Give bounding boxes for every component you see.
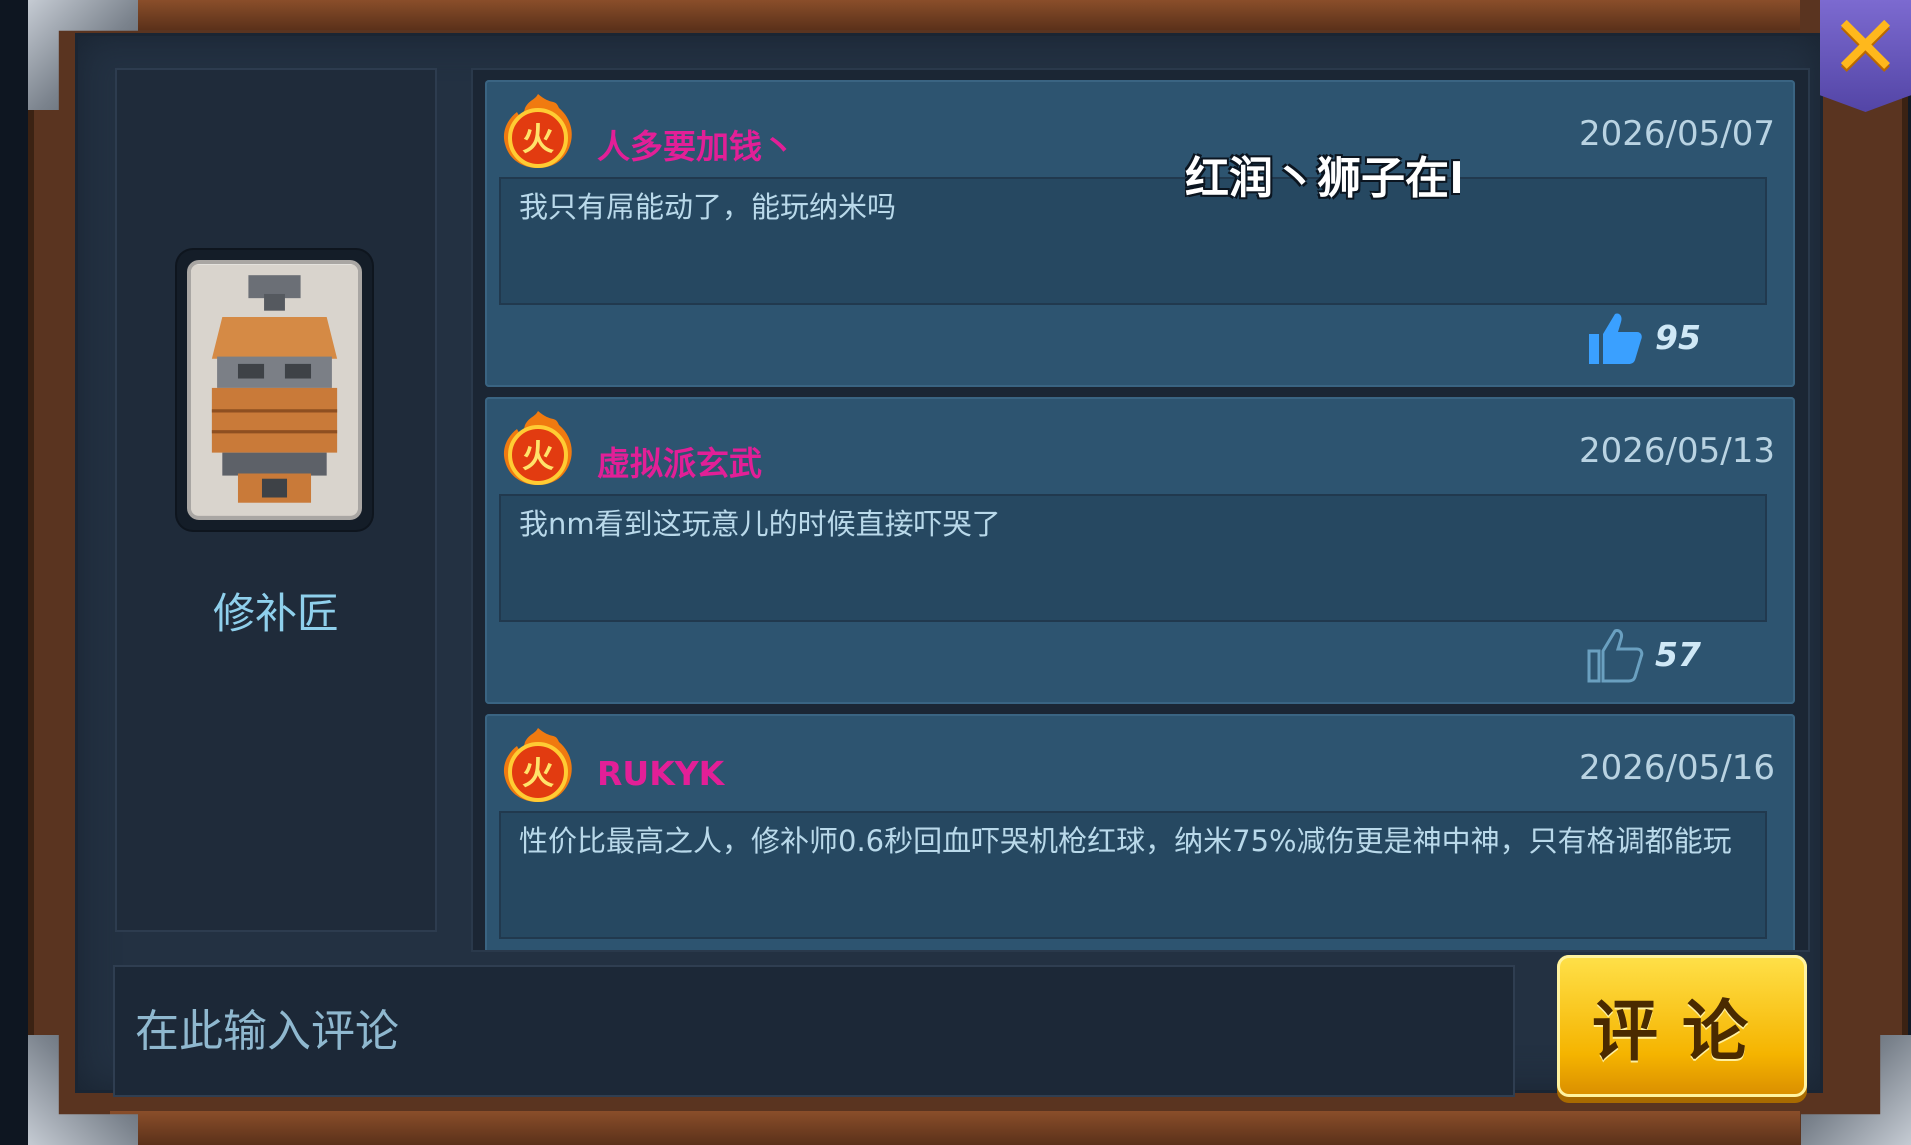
comment-date: 2026/05/07 (1579, 114, 1775, 154)
comment-panel: 修补匠 火 人多要加钱丶 2026/05/07 我只有屌能动了，能玩纳米吗 红润… (75, 33, 1823, 1097)
submit-comment-button[interactable]: 评论 (1557, 955, 1807, 1097)
frame-top-bar (110, 0, 1800, 30)
hero-name: 修补匠 (212, 589, 339, 638)
tinker-robot-icon (191, 264, 358, 516)
comment-item: 火 RUKYK 2026/05/16 性价比最高之人，修补师0.6秒回血吓哭机枪… (485, 714, 1795, 950)
like-count: 57 (1655, 635, 1701, 674)
hero-card: 修补匠 (115, 68, 437, 932)
like-count: 95 (1655, 318, 1701, 357)
background-edge (0, 0, 28, 1145)
comment-item: 火 虚拟派玄武 2026/05/13 我nm看到这玩意儿的时候直接吓哭了 57 (485, 397, 1795, 704)
fire-badge-icon: 火 (503, 94, 572, 168)
comment-item: 火 人多要加钱丶 2026/05/07 我只有屌能动了，能玩纳米吗 红润丶狮子在… (485, 80, 1795, 387)
comment-date: 2026/05/16 (1579, 748, 1775, 788)
hero-image (187, 260, 362, 520)
frame-bottom-bar (110, 1111, 1800, 1145)
danmaku-text: 红润丶狮子在I (1185, 153, 1460, 204)
comment-text: 性价比最高之人，修补师0.6秒回血吓哭机枪红球，纳米75%减伤更是神中神，只有格… (499, 811, 1767, 939)
badge-char: 火 (522, 120, 554, 158)
comment-input[interactable] (115, 967, 1553, 1095)
comment-username[interactable]: RUKYK (597, 754, 724, 793)
comment-date: 2026/05/13 (1579, 431, 1775, 471)
fire-badge-icon: 火 (503, 728, 572, 802)
comment-username[interactable]: 人多要加钱丶 (597, 120, 795, 168)
comment-list[interactable]: 火 人多要加钱丶 2026/05/07 我只有屌能动了，能玩纳米吗 红润丶狮子在… (471, 68, 1810, 952)
comment-input-box[interactable] (113, 965, 1553, 1097)
fire-badge-icon: 火 (503, 411, 572, 485)
close-icon: ✕ (1830, 0, 1901, 95)
thumbs-up-outline-icon[interactable] (1585, 625, 1645, 685)
hero-portrait (177, 250, 372, 530)
badge-char: 火 (522, 754, 554, 792)
thumbs-up-filled-icon[interactable] (1585, 308, 1645, 368)
comment-text: 我nm看到这玩意儿的时候直接吓哭了 (499, 494, 1767, 622)
comment-text: 我只有屌能动了，能玩纳米吗 (499, 177, 1767, 305)
badge-char: 火 (522, 437, 554, 475)
close-button[interactable]: ✕ (1820, 0, 1911, 112)
comment-username[interactable]: 虚拟派玄武 (597, 437, 762, 485)
